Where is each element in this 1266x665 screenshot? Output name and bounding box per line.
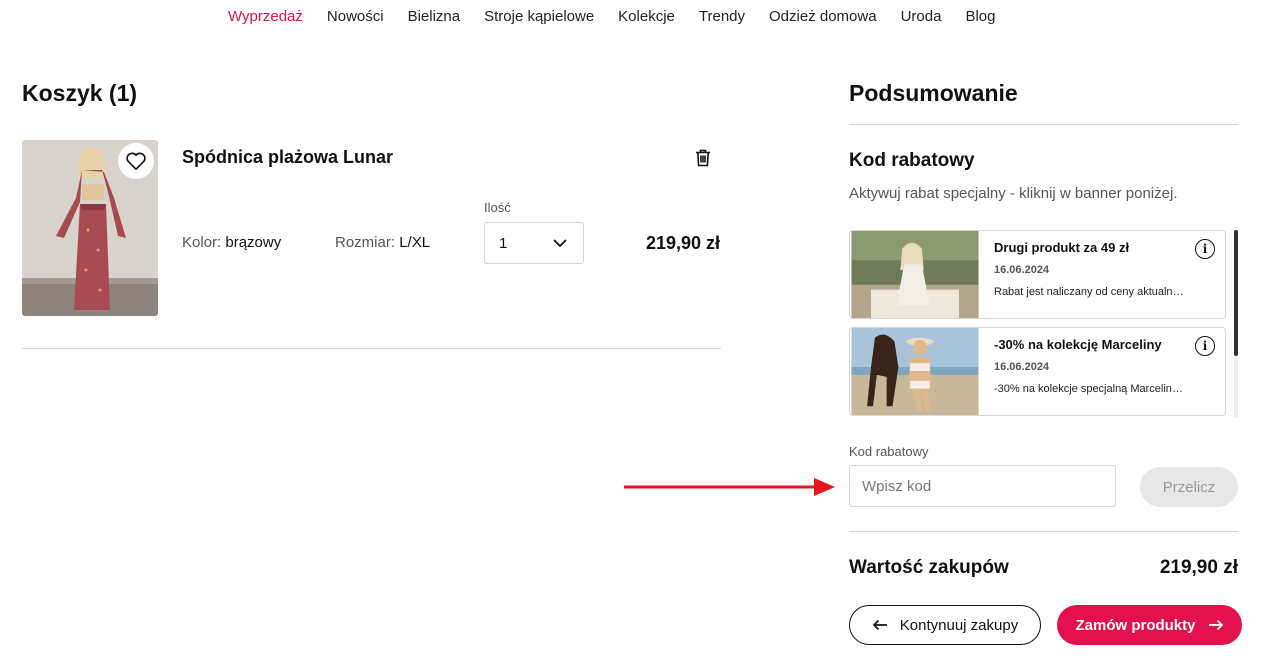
promo-banner[interactable]: Drugi produkt za 49 zł 16.06.2024 Rabat … [849, 230, 1226, 319]
promo-date: 16.06.2024 [994, 264, 1050, 276]
nav-item-blog[interactable]: Blog [965, 8, 995, 25]
cart-title: Koszyk (1) [22, 80, 138, 106]
promo-scrollbar[interactable] [1234, 230, 1238, 418]
trash-icon [696, 149, 710, 167]
heart-icon [126, 152, 146, 170]
product-color: Kolor: brązowy [182, 234, 281, 251]
main-nav: Wyprzedaż Nowości Bielizna Stroje kąpiel… [228, 8, 995, 25]
continue-shopping-button[interactable]: Kontynuuj zakupy [849, 605, 1041, 645]
nav-item-sale[interactable]: Wyprzedaż [228, 8, 303, 25]
info-icon[interactable]: i [1195, 336, 1215, 356]
promo-title: Drugi produkt za 49 zł [994, 240, 1130, 255]
nav-item-lingerie[interactable]: Bielizna [408, 8, 461, 25]
info-icon[interactable]: i [1195, 239, 1215, 259]
size-value: L/XL [399, 234, 431, 251]
quantity-label: Ilość [484, 200, 511, 215]
order-products-button[interactable]: Zamów produkty [1057, 605, 1242, 645]
arrow-right-icon [1208, 619, 1223, 631]
continue-shopping-label: Kontynuuj zakupy [899, 616, 1019, 634]
scrollbar-thumb[interactable] [1234, 230, 1238, 356]
order-products-label: Zamów produkty [1075, 616, 1196, 634]
chevron-down-icon [553, 239, 567, 247]
divider [849, 531, 1238, 532]
promo-image [851, 231, 979, 318]
size-label: Rozmiar: [335, 234, 396, 251]
discount-code-title: Kod rabatowy [849, 150, 975, 171]
quantity-select[interactable]: 1 [484, 222, 584, 264]
nav-item-collections[interactable]: Kolekcje [618, 8, 675, 25]
favorite-button[interactable] [118, 143, 154, 179]
color-label: Kolor: [182, 234, 222, 251]
promo-image [851, 328, 979, 415]
product-price: 219,90 zł [645, 233, 720, 253]
color-value: brązowy [225, 234, 282, 251]
divider [22, 348, 721, 349]
divider [849, 124, 1238, 125]
nav-item-new[interactable]: Nowości [327, 8, 384, 25]
arrow-left-icon [872, 619, 887, 631]
product-size: Rozmiar: L/XL [335, 234, 430, 251]
product-name[interactable]: Spódnica plażowa Lunar [182, 147, 393, 168]
annotation-arrow-icon [624, 478, 835, 496]
remove-item-button[interactable] [692, 147, 714, 169]
recalculate-button[interactable]: Przelicz [1140, 467, 1238, 507]
total-label: Wartość zakupów [849, 557, 1009, 578]
summary-title: Podsumowanie [849, 80, 1018, 106]
quantity-value: 1 [499, 234, 508, 252]
promo-date: 16.06.2024 [994, 361, 1050, 373]
discount-code-label: Kod rabatowy [849, 444, 929, 459]
nav-item-swimwear[interactable]: Stroje kąpielowe [484, 8, 594, 25]
promo-description: Rabat jest naliczany od ceny aktualnej..… [994, 286, 1184, 298]
promo-description: -30% na kolekcje specjalną Marceliny... [994, 383, 1184, 395]
nav-item-beauty[interactable]: Uroda [901, 8, 942, 25]
discount-code-subtitle: Aktywuj rabat specjalny - kliknij w bann… [849, 185, 1178, 202]
nav-item-trends[interactable]: Trendy [699, 8, 745, 25]
promo-title: -30% na kolekcję Marceliny [994, 337, 1162, 352]
promo-banner[interactable]: -30% na kolekcję Marceliny 16.06.2024 -3… [849, 327, 1226, 416]
total-value: 219,90 zł [1159, 557, 1238, 578]
discount-code-input[interactable] [849, 465, 1116, 507]
nav-item-homewear[interactable]: Odzież domowa [769, 8, 877, 25]
